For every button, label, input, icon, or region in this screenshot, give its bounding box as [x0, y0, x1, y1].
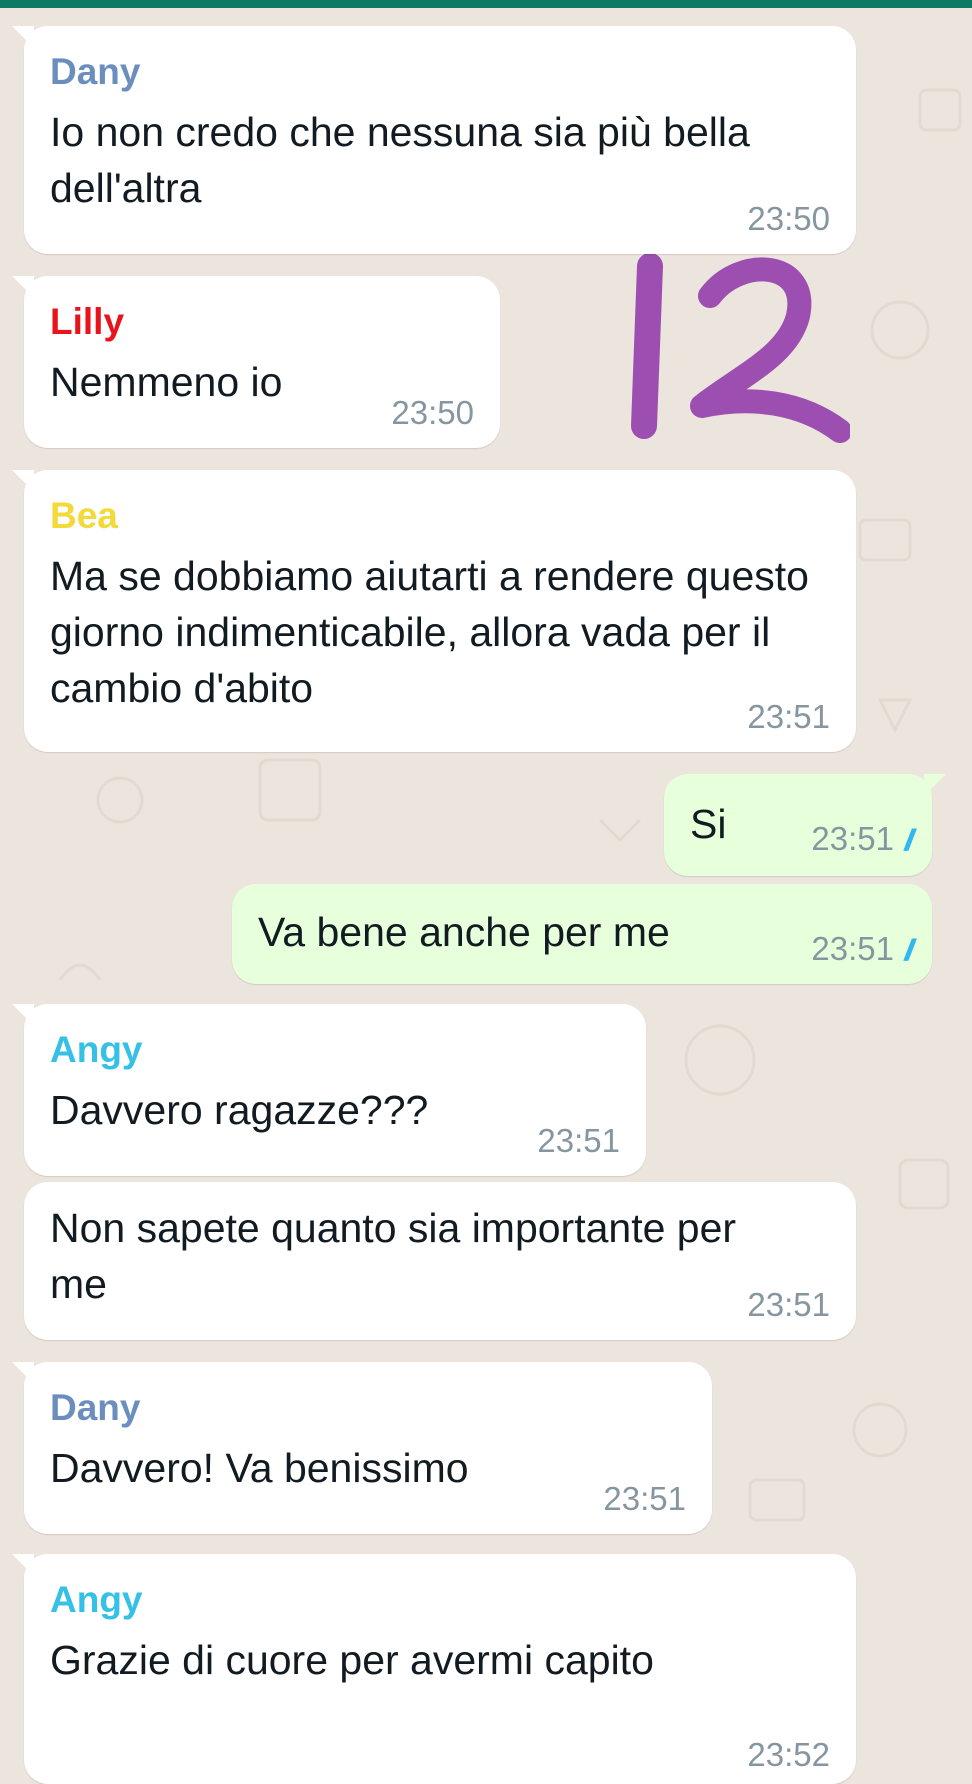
handwritten-number-overlay: 12: [630, 246, 852, 446]
message-time: 23:51//: [811, 930, 916, 968]
chat-message[interactable]: Angy Davvero ragazze??? 23:51: [12, 1004, 646, 1176]
timestamp: 23:51: [747, 1286, 830, 1323]
sender-name[interactable]: Bea: [50, 494, 830, 538]
message-time: 23:51: [747, 698, 830, 736]
sender-name[interactable]: Dany: [50, 50, 830, 94]
timestamp: 23:50: [747, 200, 830, 237]
message-text: Ma se dobbiamo aiutarti a rendere questo…: [50, 553, 809, 711]
timestamp: 23:51: [811, 820, 894, 857]
chat-message[interactable]: Dany Io non credo che nessuna sia più be…: [12, 26, 856, 254]
chat-message-outgoing[interactable]: Va bene anche per me 23:51//: [232, 884, 932, 984]
sender-name[interactable]: Dany: [50, 1386, 686, 1430]
message-time: 23:51: [603, 1480, 686, 1518]
bubble-tail: [924, 774, 946, 796]
message-time: 23:51//: [811, 820, 916, 858]
sender-name[interactable]: Angy: [50, 1578, 830, 1622]
chat-message[interactable]: Lilly Nemmeno io 23:50: [12, 276, 500, 448]
timestamp: 23:51: [537, 1122, 620, 1159]
chat-message[interactable]: Dany Davvero! Va benissimo 23:51: [12, 1362, 712, 1534]
message-text: Davvero ragazze???: [50, 1087, 429, 1133]
timestamp: 23:51: [747, 698, 830, 735]
message-time: 23:52: [747, 1736, 830, 1774]
timestamp: 23:52: [747, 1736, 830, 1773]
sender-name[interactable]: Lilly: [50, 300, 474, 344]
message-time: 23:50: [747, 200, 830, 238]
message-text: Io non credo che nessuna sia più bella d…: [50, 109, 750, 211]
bubble-tail: [12, 26, 34, 48]
timestamp: 23:51: [603, 1480, 686, 1517]
bubble-tail: [12, 1362, 34, 1384]
chat-message[interactable]: Non sapete quanto sia importante per me …: [24, 1182, 856, 1340]
sender-name[interactable]: Angy: [50, 1028, 620, 1072]
handwritten-12-drawing: [631, 253, 852, 443]
bubble-tail: [12, 1004, 34, 1026]
bubble-tail: [12, 276, 34, 298]
bubble-tail: [12, 1554, 34, 1576]
message-time: 23:51: [537, 1122, 620, 1160]
message-text: Grazie di cuore per avermi capito: [50, 1637, 654, 1683]
message-text: Davvero! Va benissimo: [50, 1445, 469, 1491]
bubble-tail: [12, 470, 34, 492]
timestamp: 23:50: [391, 394, 474, 431]
chat-message-outgoing[interactable]: Si 23:51//: [664, 774, 946, 876]
chat-message[interactable]: Bea Ma se dobbiamo aiutarti a rendere qu…: [12, 470, 856, 752]
message-text: Va bene anche per me: [258, 909, 670, 955]
message-time: 23:51: [747, 1286, 830, 1324]
chat-message[interactable]: Angy Grazie di cuore per avermi capito 2…: [12, 1554, 856, 1784]
message-text: Non sapete quanto sia importante per me: [50, 1205, 737, 1307]
timestamp: 23:51: [811, 930, 894, 967]
message-time: 23:50: [391, 394, 474, 432]
